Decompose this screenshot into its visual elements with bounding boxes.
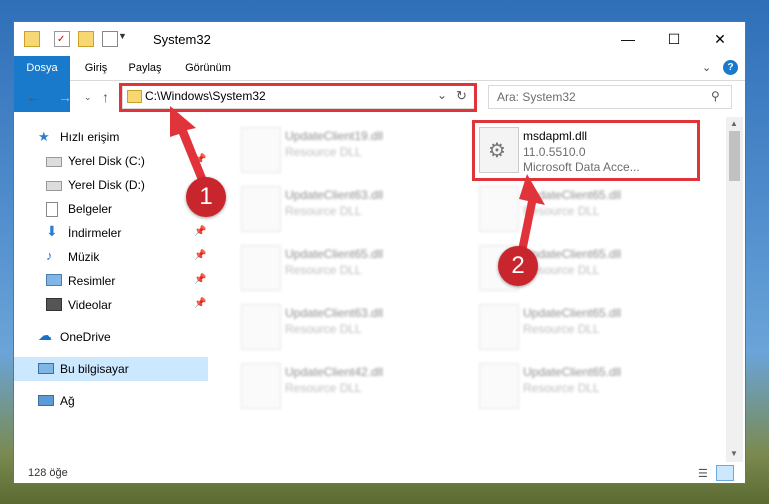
annotation-badge-1: 1	[186, 177, 226, 217]
arrow-1	[170, 106, 207, 183]
annotation-arrows	[170, 106, 545, 262]
annotation-badge-2: 2	[498, 246, 538, 286]
